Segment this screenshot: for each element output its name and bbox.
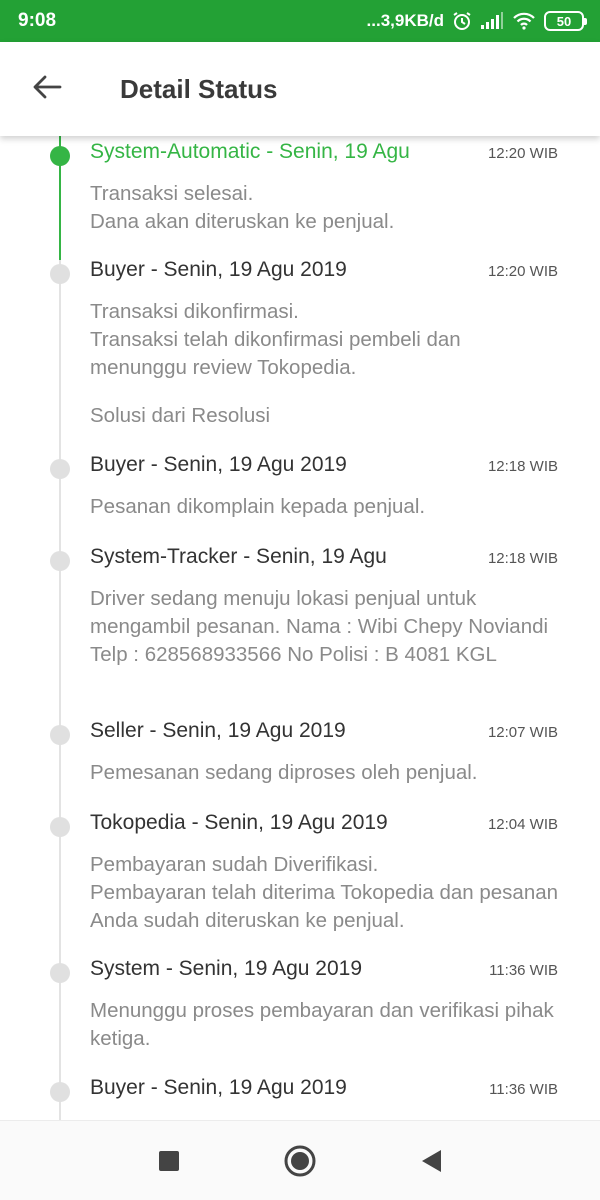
entry-title: System - Senin, 19 Agu 2019 [90,957,363,980]
entry-header: Buyer - Senin, 19 Agu 2019 12:18 WIB [90,453,558,477]
entry-body: Transaksi dikonfirmasi. Transaksi telah … [90,298,560,430]
status-time: 9:08 [18,10,57,31]
entry-line: Menunggu proses pembayaran dan verifikas… [90,999,554,1050]
page-title: Detail Status [120,73,278,104]
entry-body: Transaksi selesai. Dana akan diteruskan … [90,180,560,236]
screen: 9:08 ...3,9KB/d 50 Detail Status System-… [0,0,600,1200]
timeline-dot [50,725,70,745]
entry-header: Tokopedia - Senin, 19 Agu 2019 12:04 WIB [90,811,558,835]
app-bar: Detail Status [0,42,600,136]
signal-icon [480,12,504,30]
wifi-icon [512,12,536,30]
entry-line: Driver sedang menuju lokasi penjual untu… [90,587,549,666]
arrow-left-icon [32,74,62,105]
entry-title: Tokopedia - Senin, 19 Agu 2019 [90,811,388,834]
entry-header: System-Tracker - Senin, 19 Agu 12:18 WIB [90,545,558,569]
entry-time: 12:04 WIB [487,816,558,833]
entry-title: Buyer - Senin, 19 Agu 2019 [90,258,347,281]
battery-level: 50 [556,13,572,29]
timeline-dot [50,963,70,983]
navigation-bar [0,1120,600,1200]
status-bar: 9:08 ...3,9KB/d 50 [0,0,600,42]
network-speed: ...3,9KB/d [366,11,444,30]
entry-time: 12:20 WIB [487,263,558,280]
entry-header: System-Automatic - Senin, 19 Agu 12:20 W… [90,140,558,164]
timeline-dot [50,1082,70,1102]
entry-title: Seller - Senin, 19 Agu 2019 [90,719,346,742]
timeline-dot [50,817,70,837]
entry-title: Buyer - Senin, 19 Agu 2019 [90,453,347,476]
entry-body: Pesanan dikomplain kepada penjual. [90,493,560,521]
entry-body: Menunggu proses pembayaran dan verifikas… [90,997,560,1053]
entry-time: 11:36 WIB [489,962,558,979]
alarm-icon [452,11,472,31]
battery-icon: 50 [544,11,587,31]
entry-line: Transaksi telah dikonfirmasi pembeli dan… [90,328,461,379]
entry-body: Driver sedang menuju lokasi penjual untu… [90,585,560,669]
entry-title: System-Tracker - Senin, 19 Agu [90,545,387,568]
entry-line: Pembayaran telah diterima Tokopedia dan … [90,881,559,932]
entry-time: 12:18 WIB [487,458,558,475]
entry-header: Buyer - Senin, 19 Agu 2019 12:20 WIB [90,258,558,282]
entry-time: 12:18 WIB [487,550,558,567]
entry-time: 12:20 WIB [487,145,558,162]
recent-apps-icon[interactable] [158,1150,180,1172]
entry-extra: Solusi dari Resolusi [90,404,271,427]
timeline-dot [50,459,70,479]
entry-time: 12:07 WIB [487,724,558,741]
entry-line: Dana akan diteruskan ke penjual. [90,210,395,233]
entry-line: Pemesanan sedang diproses oleh penjual. [90,761,478,784]
back-triangle-icon[interactable] [420,1149,442,1173]
timeline-dot-active [50,146,70,166]
entry-header: Buyer - Senin, 19 Agu 2019 11:36 WIB [90,1076,558,1100]
entry-header: System - Senin, 19 Agu 2019 11:36 WIB [90,957,558,981]
entry-title: Buyer - Senin, 19 Agu 2019 [90,1076,347,1099]
timeline-dot [50,551,70,571]
timeline-dot [50,264,70,284]
entry-line: Transaksi dikonfirmasi. [90,300,299,323]
entry-time: 11:36 WIB [489,1081,558,1098]
entry-body: Pembayaran sudah Diverifikasi. Pembayara… [90,851,560,935]
entry-line: Pesanan dikomplain kepada penjual. [90,495,426,518]
entry-body: Pemesanan sedang diproses oleh penjual. [90,759,560,787]
entry-line: Transaksi selesai. [90,182,254,205]
status-icons: ...3,9KB/d 50 [366,11,587,31]
entry-title: System-Automatic - Senin, 19 Agu [90,140,410,163]
status-timeline[interactable]: System-Automatic - Senin, 19 Agu 12:20 W… [0,136,600,1120]
entry-header: Seller - Senin, 19 Agu 2019 12:07 WIB [90,719,558,743]
entry-line: Pembayaran sudah Diverifikasi. [90,853,379,876]
back-button[interactable] [0,42,94,136]
home-icon[interactable] [284,1145,316,1177]
